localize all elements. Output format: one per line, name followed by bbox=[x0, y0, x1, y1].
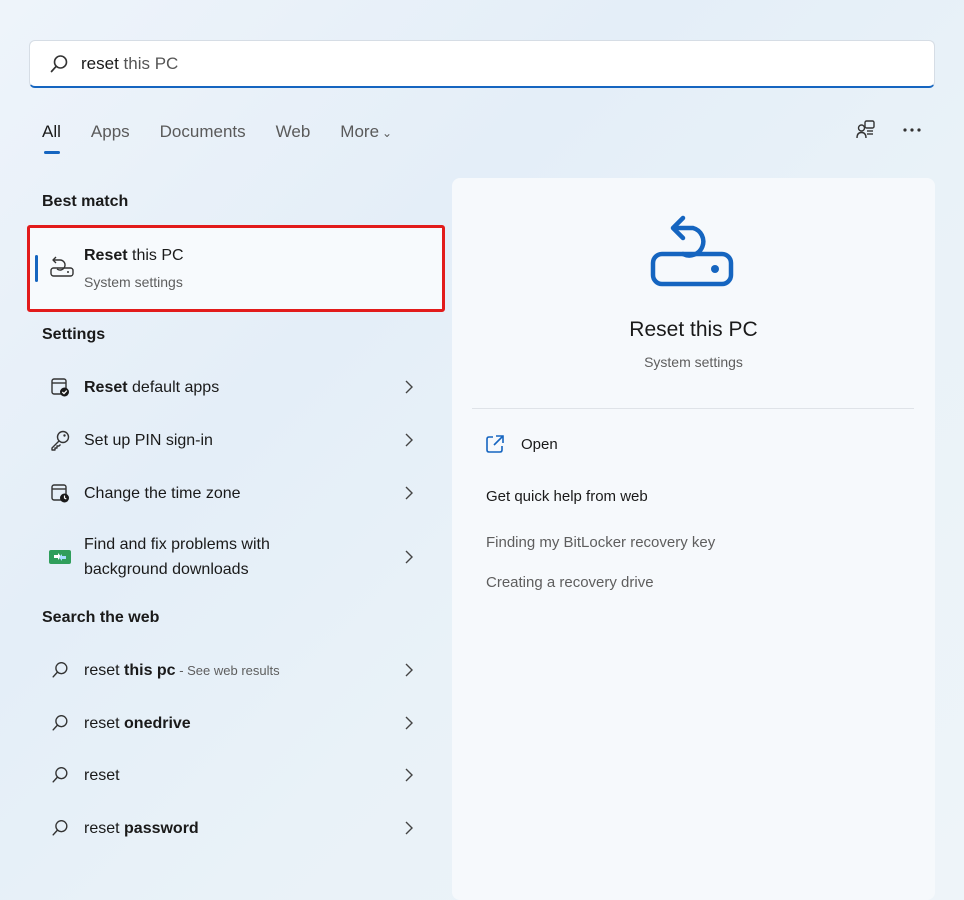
chevron-right-icon bbox=[405, 663, 413, 677]
search-web-heading: Search the web bbox=[42, 609, 160, 626]
troubleshoot-icon bbox=[48, 545, 72, 569]
key-icon bbox=[48, 428, 72, 452]
search-box[interactable]: reset this PC bbox=[29, 40, 935, 88]
open-external-icon bbox=[486, 435, 504, 453]
clock-icon bbox=[48, 481, 72, 505]
open-button[interactable]: Open bbox=[485, 434, 558, 454]
filter-tabs: All Apps Documents Web More ⌄ bbox=[42, 122, 422, 154]
tab-web[interactable]: Web bbox=[276, 122, 311, 142]
tab-documents[interactable]: Documents bbox=[160, 122, 246, 142]
settings-heading: Settings bbox=[42, 326, 106, 343]
reset-pc-icon bbox=[50, 256, 74, 277]
open-label: Open bbox=[521, 435, 558, 453]
chevron-right-icon bbox=[405, 550, 413, 564]
detail-subtitle: System settings bbox=[644, 354, 743, 370]
web-result-label: reset onedrive bbox=[84, 714, 191, 732]
detail-pane: Reset this PC System settings Open Get q… bbox=[452, 178, 935, 900]
chevron-right-icon bbox=[405, 380, 413, 394]
divider bbox=[472, 408, 914, 409]
settings-item-label: Change the time zone bbox=[84, 484, 241, 502]
share-icon[interactable] bbox=[854, 118, 878, 142]
best-match-title: Reset this PC bbox=[84, 247, 184, 264]
chevron-right-icon bbox=[405, 768, 413, 782]
reset-pc-icon bbox=[650, 215, 734, 287]
search-input[interactable]: reset this PC bbox=[81, 54, 178, 74]
best-match-heading: Best match bbox=[42, 193, 129, 210]
search-icon bbox=[48, 711, 72, 735]
chevron-right-icon bbox=[405, 716, 413, 730]
web-result-reset[interactable]: reset bbox=[42, 762, 422, 788]
chevron-right-icon bbox=[405, 821, 413, 835]
settings-item-label: Find and fix problems with background dow… bbox=[84, 536, 270, 578]
settings-item-label: Set up PIN sign-in bbox=[84, 431, 213, 449]
help-link-recovery-drive[interactable]: Creating a recovery drive bbox=[486, 574, 654, 591]
tab-more[interactable]: More ⌄ bbox=[340, 122, 392, 142]
chevron-down-icon: ⌄ bbox=[382, 126, 393, 140]
best-match-item[interactable]: Reset this PC System settings bbox=[27, 225, 445, 312]
web-result-reset-onedrive[interactable]: reset onedrive bbox=[42, 710, 422, 736]
web-result-reset-this-pc[interactable]: reset this pc - See web results bbox=[42, 657, 422, 683]
tab-all[interactable]: All bbox=[42, 122, 61, 154]
settings-item-time-zone[interactable]: Change the time zone bbox=[42, 480, 422, 506]
settings-item-label: Reset default apps bbox=[84, 378, 220, 396]
default-apps-icon bbox=[48, 375, 72, 399]
search-icon bbox=[48, 763, 72, 787]
chevron-right-icon bbox=[405, 486, 413, 500]
more-options-icon[interactable] bbox=[900, 118, 924, 142]
top-actions bbox=[854, 118, 924, 142]
help-heading: Get quick help from web bbox=[486, 488, 648, 505]
settings-item-troubleshoot-downloads[interactable]: Find and fix problems with background dow… bbox=[42, 532, 422, 582]
best-match-subtitle: System settings bbox=[84, 274, 183, 290]
web-result-label: reset bbox=[84, 766, 120, 784]
chevron-right-icon bbox=[405, 433, 413, 447]
detail-title: Reset this PC bbox=[629, 318, 758, 341]
web-result-label: reset this pc - See web results bbox=[84, 661, 280, 679]
settings-item-pin-signin[interactable]: Set up PIN sign-in bbox=[42, 427, 422, 453]
tab-apps[interactable]: Apps bbox=[91, 122, 130, 142]
help-link-bitlocker[interactable]: Finding my BitLocker recovery key bbox=[486, 534, 715, 551]
web-result-reset-password[interactable]: reset password bbox=[42, 815, 422, 841]
settings-item-reset-default-apps[interactable]: Reset default apps bbox=[42, 374, 422, 400]
selection-indicator bbox=[35, 255, 38, 282]
search-icon bbox=[50, 55, 68, 73]
search-icon bbox=[48, 816, 72, 840]
search-icon bbox=[48, 658, 72, 682]
web-result-label: reset password bbox=[84, 819, 199, 837]
